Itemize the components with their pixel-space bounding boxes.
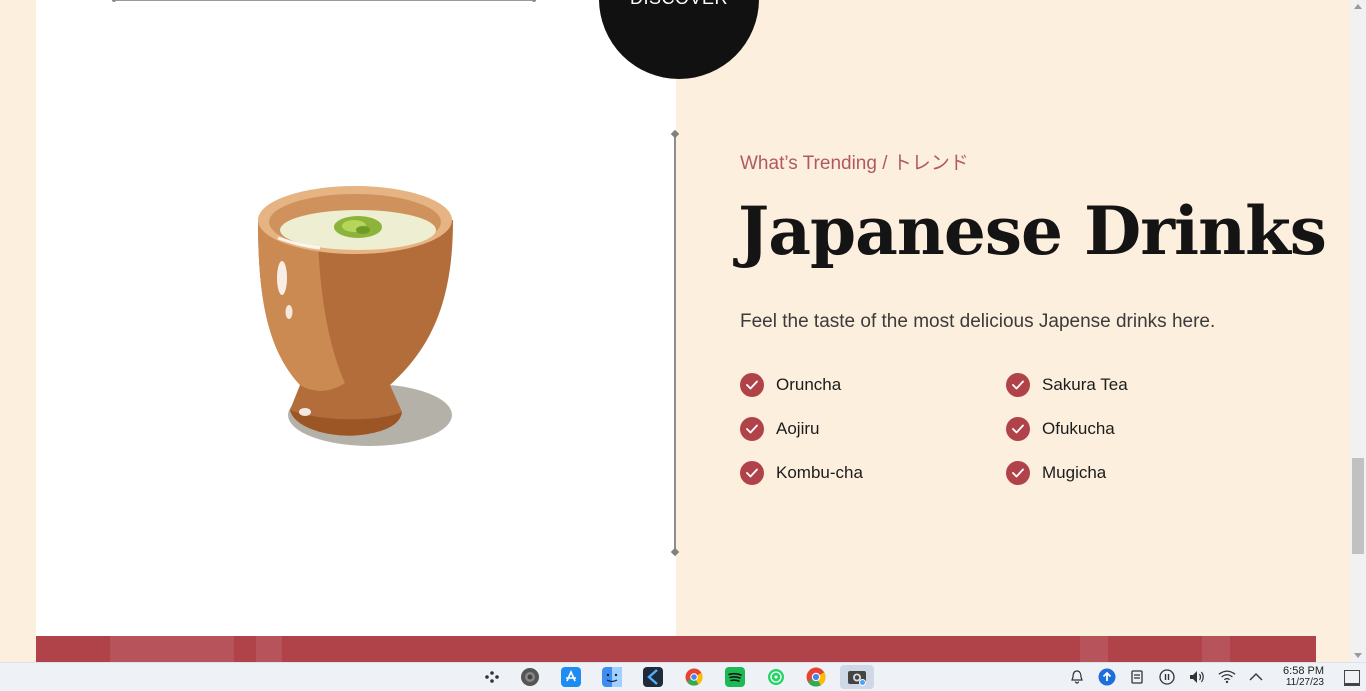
clock-date: 11/27/23 <box>1285 677 1324 688</box>
whatsapp-icon[interactable] <box>766 667 786 687</box>
vertical-divider <box>674 134 676 552</box>
check-icon <box>740 373 764 397</box>
chrome-icon[interactable] <box>806 667 826 687</box>
drink-label: Mugicha <box>1042 463 1107 482</box>
check-icon <box>740 417 764 441</box>
tea-cup-illustration <box>258 186 453 446</box>
footer-block <box>256 636 282 662</box>
section-subtitle: What’s Trending / トレンド <box>740 153 969 174</box>
list-item: Oruncha <box>740 373 1006 397</box>
discover-label: DISCOVER <box>630 0 728 9</box>
drink-list: Oruncha Sakura Tea Aojiru Ofukucha Kombu… <box>740 373 1280 485</box>
volume-icon[interactable] <box>1188 668 1206 686</box>
clock-time: 6:58 PM <box>1283 665 1324 677</box>
show-desktop-button[interactable] <box>1344 670 1360 686</box>
scroll-up-arrow-icon[interactable] <box>1354 4 1362 9</box>
drink-label: Oruncha <box>776 375 842 394</box>
check-icon <box>740 461 764 485</box>
footer-strip <box>36 636 1316 662</box>
taskbar: 6:58 PM 11/27/23 <box>0 662 1366 691</box>
footer-block <box>110 636 234 662</box>
list-item: Mugicha <box>1006 461 1272 485</box>
app-store-icon[interactable] <box>561 667 581 687</box>
spotify-icon[interactable] <box>725 667 745 687</box>
list-item: Ofukucha <box>1006 417 1272 441</box>
page-scrollbar[interactable] <box>1350 0 1366 662</box>
list-item: Aojiru <box>740 417 1006 441</box>
list-item: Sakura Tea <box>1006 373 1272 397</box>
settings-icon[interactable] <box>520 667 540 687</box>
code-editor-icon[interactable] <box>643 667 663 687</box>
wifi-icon[interactable] <box>1218 668 1236 686</box>
check-icon <box>1006 373 1030 397</box>
drink-label: Ofukucha <box>1042 419 1115 438</box>
alarm-icon[interactable] <box>1068 668 1086 686</box>
drink-label: Sakura Tea <box>1042 375 1128 394</box>
check-icon <box>1006 417 1030 441</box>
check-icon <box>1006 461 1030 485</box>
section-description: Feel the taste of the most delicious Jap… <box>740 311 1216 332</box>
pause-icon[interactable] <box>1158 668 1176 686</box>
upload-icon[interactable] <box>1098 668 1116 686</box>
list-item: Kombu-cha <box>740 461 1006 485</box>
chrome-icon[interactable] <box>684 667 704 687</box>
finder-icon[interactable] <box>602 667 622 687</box>
scroll-down-arrow-icon[interactable] <box>1354 653 1362 658</box>
chevron-up-icon[interactable] <box>1247 668 1265 686</box>
drink-label: Kombu-cha <box>776 463 863 482</box>
footer-block <box>1202 636 1230 662</box>
launcher-icon[interactable] <box>482 667 502 687</box>
clipboard-icon[interactable] <box>1128 668 1146 686</box>
screenshot-tool-icon[interactable] <box>840 665 874 689</box>
section-title: Japanese Drinks <box>738 192 1327 270</box>
drink-label: Aojiru <box>776 419 820 438</box>
decorative-divider-top <box>112 0 536 2</box>
taskbar-clock[interactable]: 6:58 PM 11/27/23 <box>1283 665 1324 689</box>
footer-block <box>1080 636 1108 662</box>
scroll-thumb[interactable] <box>1352 458 1364 554</box>
